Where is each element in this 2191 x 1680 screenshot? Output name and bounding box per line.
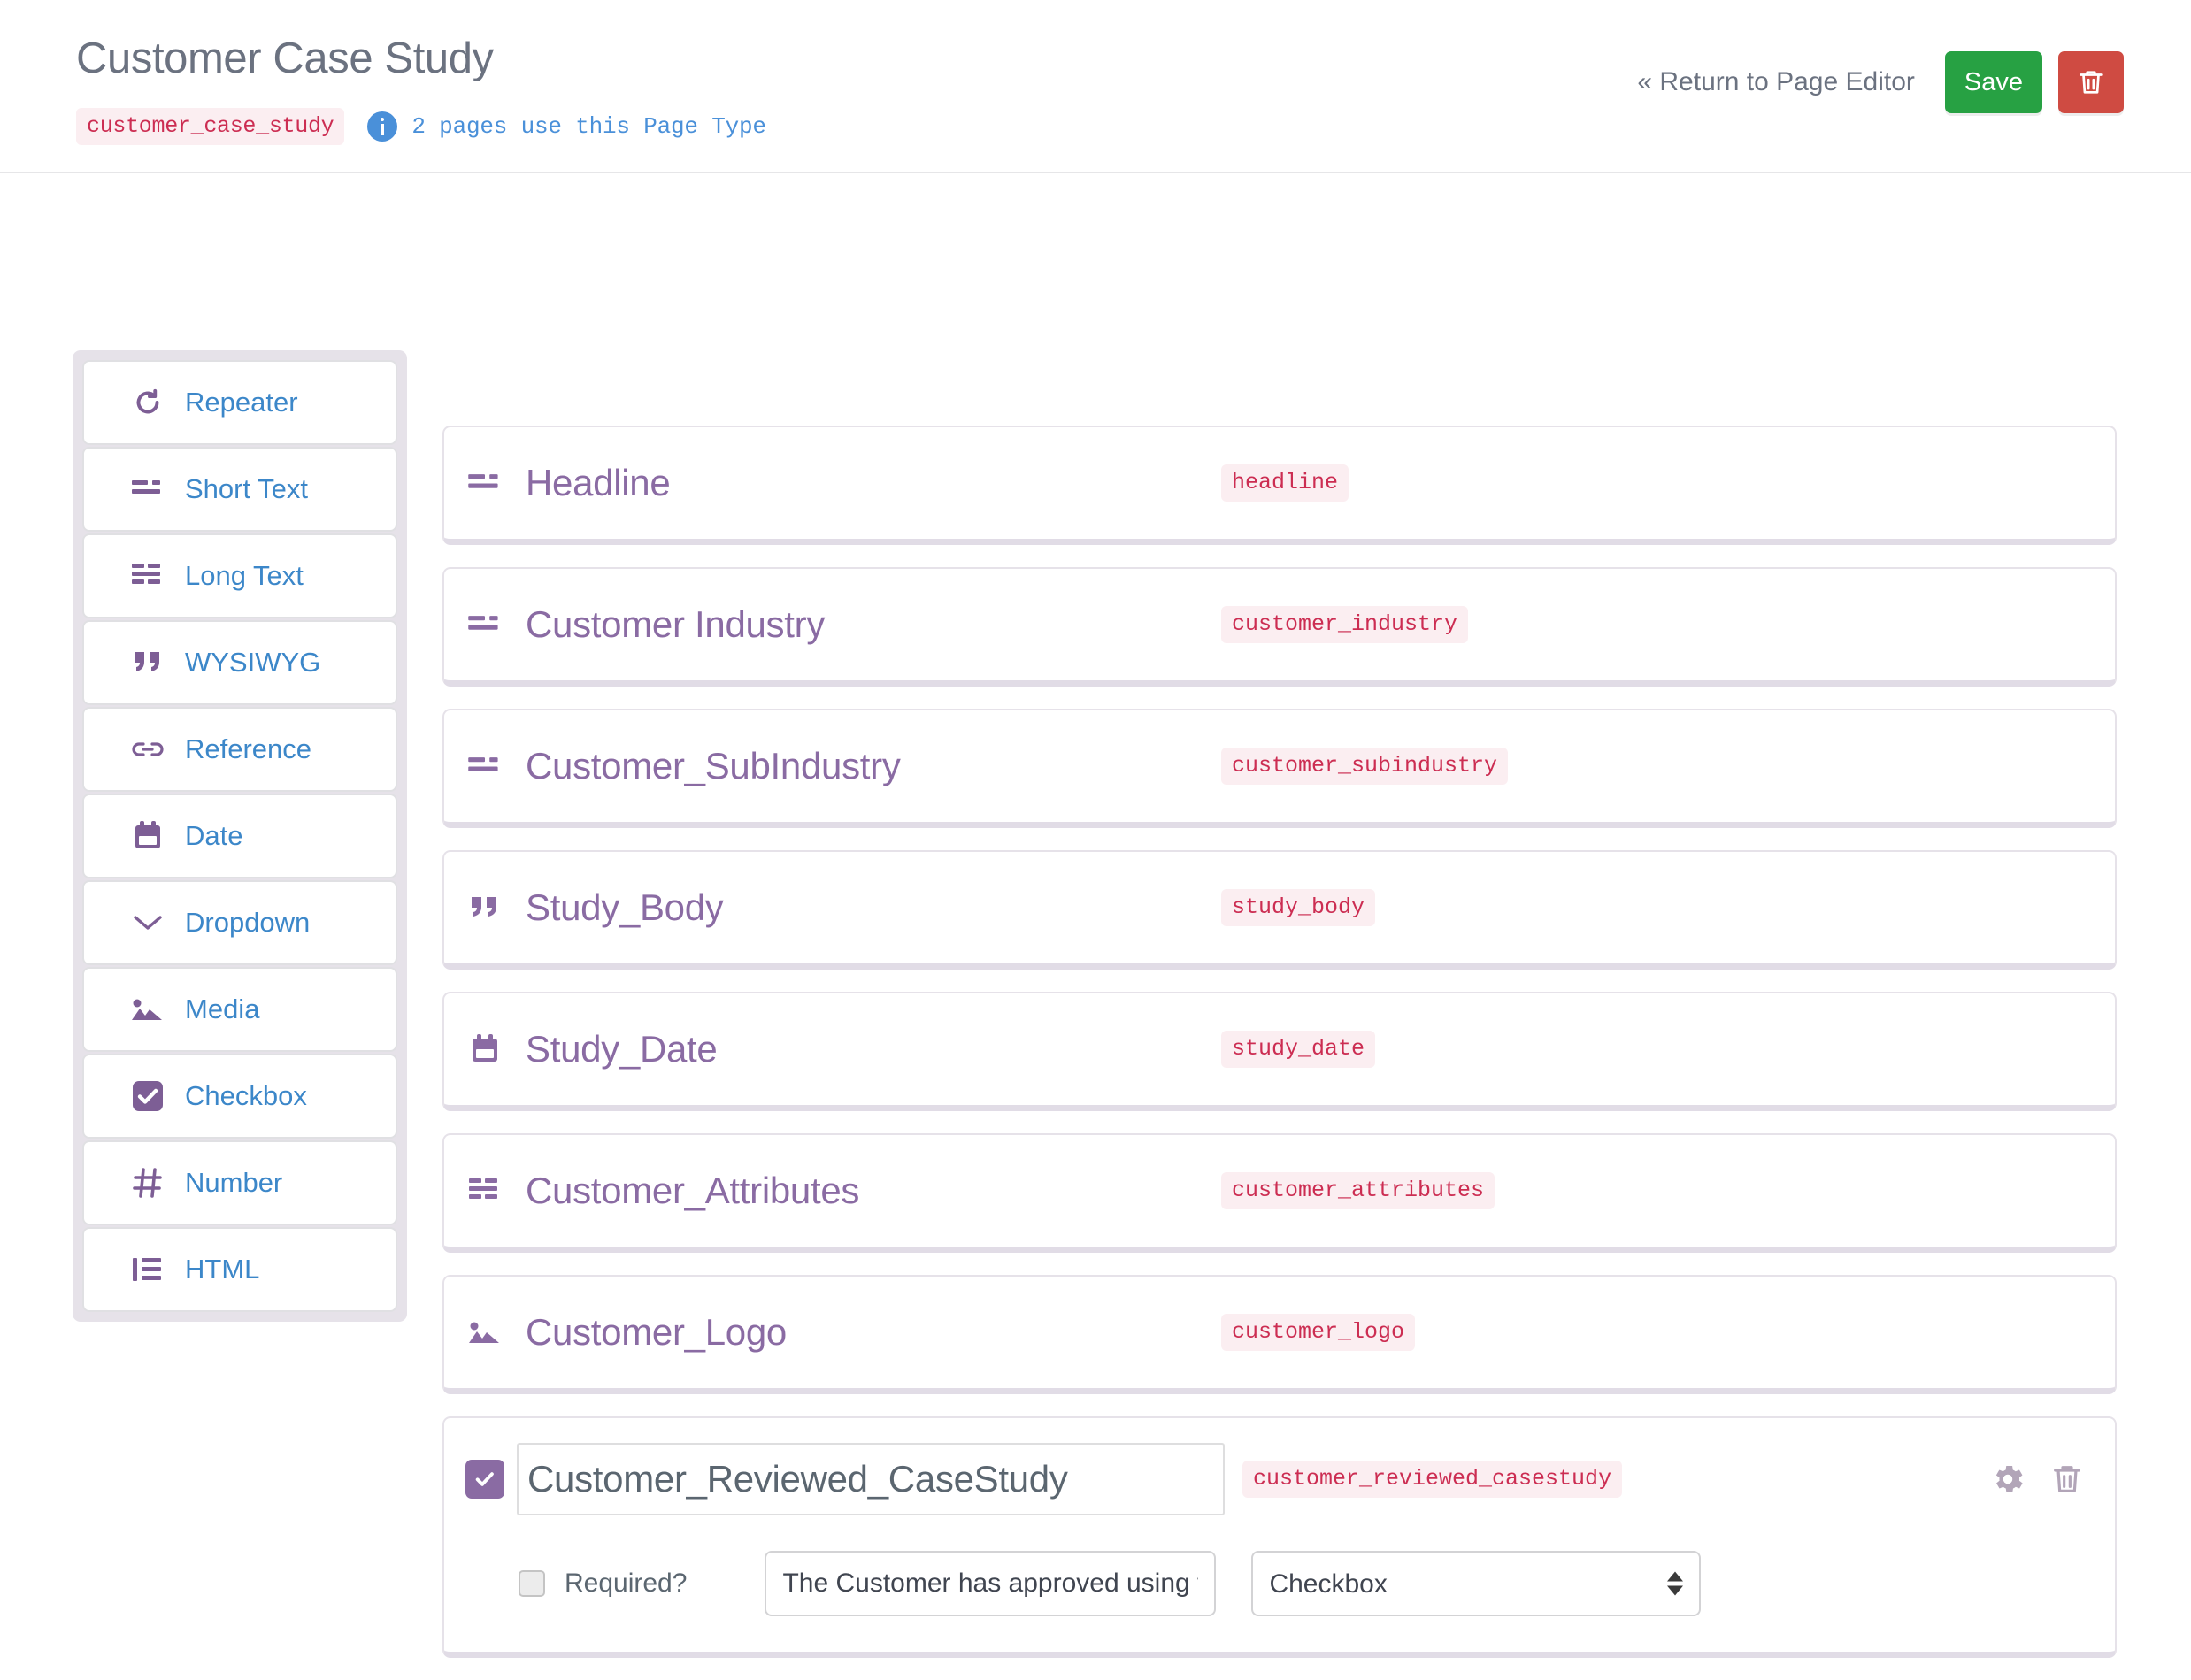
palette-item-label: Checkbox <box>185 1080 307 1112</box>
trash-icon <box>2076 66 2106 98</box>
palette-item-dropdown[interactable]: Dropdown <box>82 880 397 965</box>
field-row-customer-industry[interactable]: Customer Industry customer_industry <box>442 567 2117 687</box>
palette-item-label: WYSIWYG <box>185 647 320 679</box>
field-slug: study_date <box>1221 1031 1375 1068</box>
short-text-icon <box>465 605 504 644</box>
save-button[interactable]: Save <box>1945 51 2042 113</box>
field-type-select-wrapper: Checkbox <box>1251 1551 1701 1616</box>
field-name: Headline <box>526 462 670 504</box>
delete-page-type-button[interactable] <box>2058 51 2124 113</box>
active-field-settings: Required? Checkbox <box>465 1551 2094 1616</box>
required-label: Required? <box>565 1569 687 1599</box>
required-checkbox[interactable] <box>519 1570 545 1597</box>
palette-item-label: Dropdown <box>185 907 310 939</box>
list-icon <box>130 1252 165 1287</box>
palette-item-label: Media <box>185 993 259 1025</box>
palette-item-repeater[interactable]: Repeater <box>82 360 397 445</box>
short-text-icon <box>465 464 504 502</box>
palette-item-long-text[interactable]: Long Text <box>82 533 397 618</box>
page-type-meta: customer_case_study 2 pages use this Pag… <box>76 108 766 145</box>
palette-item-label: Repeater <box>185 387 298 418</box>
quote-icon <box>465 888 504 927</box>
short-text-icon <box>130 472 165 507</box>
calendar-icon <box>465 1030 504 1069</box>
palette-item-label: Number <box>185 1167 282 1199</box>
field-slug: customer_industry <box>1221 606 1468 643</box>
field-name: Customer_SubIndustry <box>526 745 901 787</box>
page-type-slug: customer_case_study <box>76 108 344 145</box>
palette-item-wysiwyg[interactable]: WYSIWYG <box>82 620 397 705</box>
field-type-select[interactable]: Checkbox <box>1251 1551 1701 1616</box>
field-slug: customer_logo <box>1221 1314 1415 1351</box>
field-name: Study_Date <box>526 1028 717 1070</box>
field-name: Customer_Logo <box>526 1311 787 1354</box>
checkbox-icon <box>465 1460 504 1499</box>
palette-item-label: Long Text <box>185 560 304 592</box>
info-icon <box>367 111 397 142</box>
return-to-page-editor-link[interactable]: « Return to Page Editor <box>1637 67 1915 97</box>
field-slug: customer_reviewed_casestudy <box>1242 1461 1622 1498</box>
field-slug: study_body <box>1221 889 1375 926</box>
palette-item-label: HTML <box>185 1254 259 1285</box>
field-slug: headline <box>1221 464 1349 502</box>
field-name: Customer_Attributes <box>526 1170 859 1212</box>
field-label-input[interactable] <box>765 1551 1216 1616</box>
page-body: Repeater Short Text Long Text <box>0 173 2191 256</box>
field-slug: customer_subindustry <box>1221 748 1508 785</box>
palette-item-date[interactable]: Date <box>82 794 397 878</box>
field-tools <box>1989 1461 2085 1498</box>
page-header: Customer Case Study customer_case_study … <box>0 0 2191 173</box>
field-name: Study_Body <box>526 886 724 929</box>
field-row-customer-subindustry[interactable]: Customer_SubIndustry customer_subindustr… <box>442 709 2117 828</box>
field-name: Customer Industry <box>526 603 825 646</box>
long-text-icon <box>130 558 165 594</box>
trash-icon[interactable] <box>2049 1461 2085 1498</box>
palette-item-label: Reference <box>185 733 311 765</box>
palette-item-reference[interactable]: Reference <box>82 707 397 792</box>
field-type-palette: Repeater Short Text Long Text <box>73 350 407 1322</box>
calendar-icon <box>130 818 165 854</box>
chevron-down-icon <box>130 905 165 940</box>
gear-icon[interactable] <box>1989 1461 2026 1498</box>
pages-use-count[interactable]: 2 pages use this Page Type <box>411 113 765 140</box>
palette-item-media[interactable]: Media <box>82 967 397 1052</box>
field-row-customer-logo[interactable]: Customer_Logo customer_logo <box>442 1275 2117 1394</box>
palette-item-label: Date <box>185 820 242 852</box>
field-slug: customer_attributes <box>1221 1172 1495 1209</box>
long-text-icon <box>465 1171 504 1210</box>
field-row-study-date[interactable]: Study_Date study_date <box>442 992 2117 1111</box>
link-icon <box>130 732 165 767</box>
field-list: Headline headline Customer Industry cust… <box>442 426 2117 1680</box>
checkbox-icon <box>130 1078 165 1114</box>
quote-icon <box>130 645 165 680</box>
short-text-icon <box>465 747 504 786</box>
field-row-headline[interactable]: Headline headline <box>442 426 2117 545</box>
page-title: Customer Case Study <box>76 34 494 83</box>
palette-item-number[interactable]: Number <box>82 1140 397 1225</box>
field-row-study-body[interactable]: Study_Body study_body <box>442 850 2117 970</box>
palette-item-checkbox[interactable]: Checkbox <box>82 1054 397 1139</box>
field-row-customer-attributes[interactable]: Customer_Attributes customer_attributes <box>442 1133 2117 1253</box>
palette-item-html[interactable]: HTML <box>82 1227 397 1312</box>
active-field-header: customer_reviewed_casestudy <box>465 1439 2094 1519</box>
image-icon <box>130 992 165 1027</box>
field-name-input[interactable] <box>517 1443 1225 1515</box>
header-actions: « Return to Page Editor Save <box>1637 51 2124 113</box>
palette-item-short-text[interactable]: Short Text <box>82 447 397 532</box>
hash-icon <box>130 1165 165 1201</box>
field-row-customer-reviewed-casestudy[interactable]: customer_reviewed_casestudy <box>442 1416 2117 1658</box>
palette-item-label: Short Text <box>185 473 308 505</box>
repeat-icon <box>130 385 165 420</box>
image-icon <box>465 1313 504 1352</box>
